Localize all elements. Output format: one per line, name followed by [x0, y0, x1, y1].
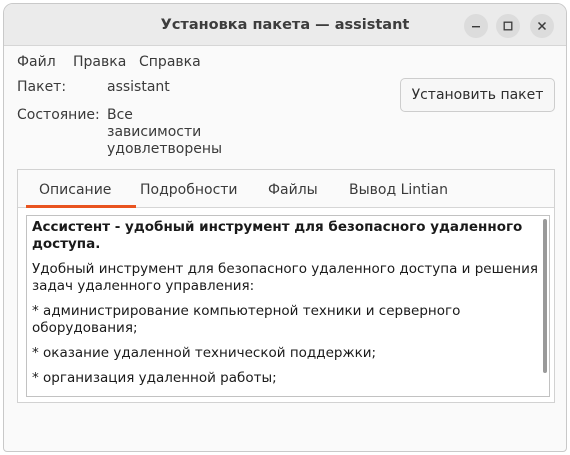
tab-details[interactable]: Подробности — [140, 182, 238, 198]
status-label: Состояние: — [17, 107, 100, 123]
status-line: удовлетворены — [107, 141, 223, 157]
description-headline: Ассистент - удобный инструмент для безоп… — [32, 219, 523, 252]
vertical-scrollbar[interactable] — [543, 219, 547, 373]
package-installer-window: Установка пакета — assistant Файл Правка… — [3, 3, 567, 452]
menu-help[interactable]: Справка — [139, 54, 201, 70]
description-paragraph: Удобный инструмент для безопасного удале… — [32, 261, 538, 294]
description-textview[interactable]: Ассистент - удобный инструмент для безоп… — [26, 215, 550, 397]
status-line: Все — [107, 107, 133, 123]
menu-edit[interactable]: Правка — [73, 54, 126, 70]
maximize-button[interactable] — [496, 14, 520, 38]
menubar: Файл Правка Справка — [4, 46, 566, 76]
menu-file[interactable]: Файл — [17, 54, 56, 70]
minimize-button[interactable] — [464, 14, 488, 38]
status-value: Все зависимости удовлетворены — [107, 107, 222, 158]
tab-description[interactable]: Описание — [39, 182, 111, 198]
minimize-icon — [472, 26, 480, 28]
description-paragraph: * организация удаленной работы; — [32, 370, 277, 386]
titlebar[interactable]: Установка пакета — assistant — [4, 4, 566, 46]
package-label: Пакет: — [17, 79, 67, 95]
description-paragraph: * оказание удаленной технической поддерж… — [32, 345, 377, 361]
tab-files[interactable]: Файлы — [268, 182, 318, 198]
close-icon — [537, 21, 547, 31]
package-name: assistant — [107, 79, 170, 95]
maximize-icon — [503, 21, 513, 31]
description-content: Ассистент - удобный инструмент для безоп… — [32, 219, 538, 395]
details-notebook: Описание Подробности Файлы Вывод Lintian… — [17, 169, 555, 403]
description-paragraph: * администрирование компьютерной техники… — [32, 303, 461, 336]
close-button[interactable] — [530, 14, 554, 38]
status-line: зависимости — [107, 124, 202, 140]
tab-lintian-output[interactable]: Вывод Lintian — [349, 182, 448, 198]
tab-bar: Описание Подробности Файлы Вывод Lintian — [18, 170, 554, 208]
active-tab-indicator — [26, 205, 136, 208]
install-package-button[interactable]: Установить пакет — [400, 78, 555, 112]
